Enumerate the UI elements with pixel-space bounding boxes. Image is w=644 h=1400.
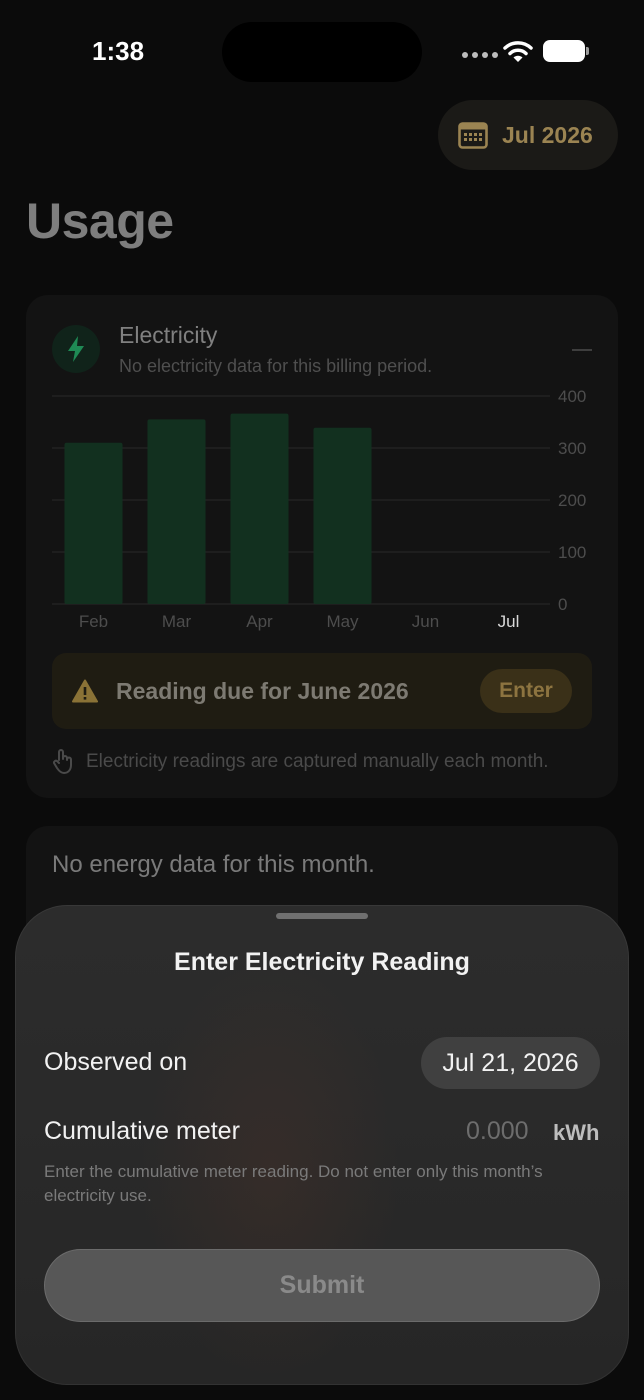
- sheet-title: Enter Electricity Reading: [174, 948, 470, 976]
- battery-icon: [543, 40, 585, 62]
- dynamic-island: [222, 22, 422, 82]
- month-label: Jul 2026: [502, 121, 593, 148]
- electricity-icon-badge: [52, 325, 100, 373]
- sheet-grabber[interactable]: [276, 913, 368, 919]
- electricity-title: Electricity: [119, 322, 218, 348]
- meter-reading-input[interactable]: 0.000: [466, 1117, 529, 1146]
- y-tick-label: 200: [558, 491, 586, 510]
- status-time: 1:38: [92, 36, 145, 66]
- page-title: Usage: [26, 193, 174, 249]
- y-tick-label: 300: [558, 439, 586, 458]
- reading-due-banner: Reading due for June 2026 Enter: [52, 653, 592, 729]
- cellular-signal-icon: [462, 52, 498, 58]
- bar: [64, 442, 123, 604]
- bolt-icon: [68, 336, 84, 362]
- x-tick-label: Mar: [162, 612, 192, 631]
- warning-icon: [72, 679, 98, 703]
- battery-tip: [586, 47, 589, 55]
- observed-date-picker[interactable]: Jul 21, 2026: [421, 1037, 600, 1089]
- calendar-icon: [458, 122, 488, 149]
- wifi-icon: [503, 41, 533, 62]
- x-tick-label: May: [326, 612, 359, 631]
- enter-reading-button[interactable]: Enter: [480, 669, 572, 713]
- no-energy-text: No energy data for this month.: [52, 851, 375, 878]
- electricity-bar-chart: 0 100 200 300 400 Feb Mar Apr May Jun Jul: [52, 387, 586, 631]
- cumulative-meter-label: Cumulative meter: [44, 1117, 240, 1145]
- y-tick-label: 100: [558, 543, 586, 562]
- x-tick-label: Feb: [79, 612, 108, 631]
- x-tick-label: Apr: [246, 612, 273, 631]
- y-tick-label: 400: [558, 387, 586, 406]
- electricity-subtitle: No electricity data for this billing per…: [119, 356, 433, 376]
- minus-icon[interactable]: [572, 349, 592, 351]
- bar: [230, 413, 289, 604]
- hand-tap-icon: [53, 749, 72, 774]
- bar: [147, 419, 206, 604]
- y-tick-label: 0: [558, 595, 567, 614]
- x-tick-label: Jul: [498, 612, 520, 631]
- meter-help-text: Enter the cumulative meter reading. Do n…: [44, 1162, 543, 1205]
- month-picker-button[interactable]: Jul 2026: [438, 100, 618, 170]
- meter-unit: kWh: [553, 1120, 600, 1145]
- bar: [313, 427, 372, 604]
- manual-reading-hint: Electricity readings are captured manual…: [86, 751, 549, 772]
- x-tick-label: Jun: [412, 612, 439, 631]
- submit-button[interactable]: Submit: [44, 1249, 600, 1322]
- observed-on-label: Observed on: [44, 1048, 188, 1076]
- reading-due-text: Reading due for June 2026: [116, 677, 409, 704]
